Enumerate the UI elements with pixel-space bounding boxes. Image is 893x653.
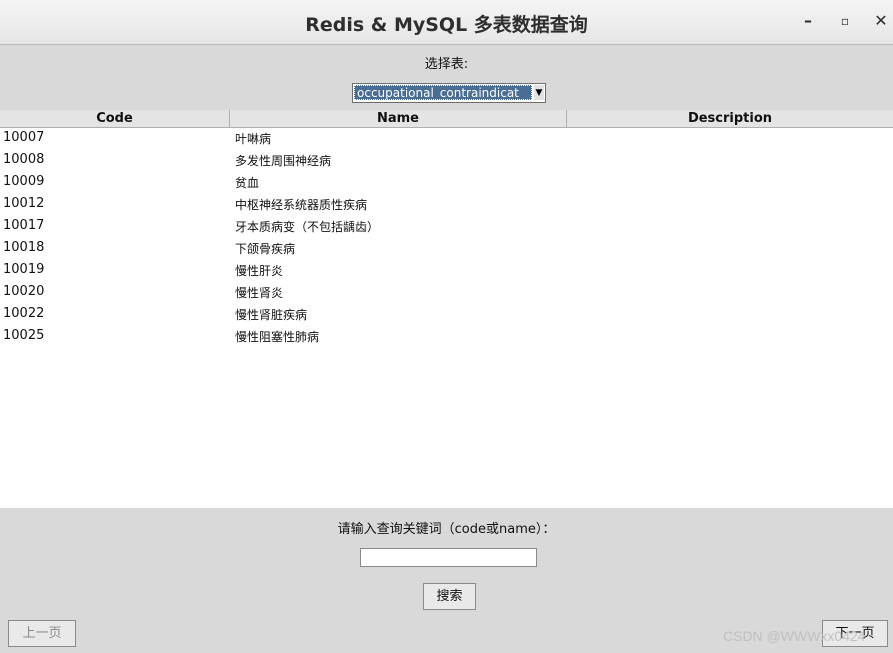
cell-code: 10007: [3, 130, 45, 145]
cell-name: 贫血: [235, 176, 260, 190]
table-row[interactable]: 10020 慢性肾炎: [0, 281, 893, 303]
cell-code: 10018: [3, 240, 45, 255]
data-table: Code Name Description 10007 叶啉病 10008 多发性周围…: [0, 110, 893, 508]
table-row[interactable]: 10025 慢性阻塞性肺病: [0, 325, 893, 347]
cell-code: 10008: [3, 152, 45, 167]
table-select-dropdown[interactable]: occupational_contraindicat ▼: [352, 83, 546, 103]
search-label: 请输入查询关键词（code或name）：: [337, 522, 556, 537]
table-row[interactable]: 10018 下颌骨疾病: [0, 237, 893, 259]
table-row[interactable]: 10022 慢性肾脏疾病: [0, 303, 893, 325]
cell-code: 10017: [3, 218, 45, 233]
table-row[interactable]: 10019 慢性肝炎: [0, 259, 893, 281]
watermark: CSDN @WWWxx0424: [723, 628, 866, 644]
cell-code: 10019: [3, 262, 45, 277]
search-panel: 请输入查询关键词（code或name）： 搜索 上一页 下一页 CSDN @WW…: [0, 508, 893, 653]
search-input[interactable]: [360, 548, 537, 567]
chevron-down-icon[interactable]: ▼: [534, 85, 544, 100]
minimize-icon[interactable]: –: [797, 10, 819, 32]
cell-name: 慢性阻塞性肺病: [235, 330, 320, 344]
table-row[interactable]: 10017 牙本质病变（不包括龋齿）: [0, 215, 893, 237]
table-header: Code Name Description: [0, 110, 893, 128]
cell-name: 慢性肝炎: [235, 264, 284, 278]
search-button[interactable]: 搜索: [423, 583, 476, 610]
cell-code: 10020: [3, 284, 45, 299]
cell-name: 下颌骨疾病: [235, 242, 296, 256]
cell-name: 中枢神经系统器质性疾病: [235, 198, 368, 212]
maximize-icon[interactable]: ▫: [834, 10, 856, 32]
cell-code: 10009: [3, 174, 45, 189]
table-row[interactable]: 10007 叶啉病: [0, 127, 893, 149]
table-select-value[interactable]: occupational_contraindicat: [354, 85, 532, 100]
cell-name: 多发性周围神经病: [235, 154, 332, 168]
cell-code: 10025: [3, 328, 45, 343]
column-header-description[interactable]: Description: [567, 110, 893, 127]
cell-code: 10012: [3, 196, 45, 211]
title-bar: Redis & MySQL 多表数据查询 – ▫ ✕: [0, 0, 893, 45]
table-select-label: 选择表:: [424, 57, 469, 72]
cell-name: 牙本质病变（不包括龋齿）: [235, 220, 380, 234]
column-header-name[interactable]: Name: [230, 110, 567, 127]
close-icon[interactable]: ✕: [870, 10, 892, 32]
table-row[interactable]: 10008 多发性周围神经病: [0, 149, 893, 171]
table-row[interactable]: 10009 贫血: [0, 171, 893, 193]
cell-name: 叶啉病: [235, 132, 272, 146]
window-title: Redis & MySQL 多表数据查询: [305, 14, 588, 36]
cell-code: 10022: [3, 306, 45, 321]
table-row[interactable]: 10012 中枢神经系统器质性疾病: [0, 193, 893, 215]
column-header-code[interactable]: Code: [0, 110, 230, 127]
cell-name: 慢性肾炎: [235, 286, 284, 300]
prev-page-button[interactable]: 上一页: [8, 620, 76, 647]
cell-name: 慢性肾脏疾病: [235, 308, 308, 322]
